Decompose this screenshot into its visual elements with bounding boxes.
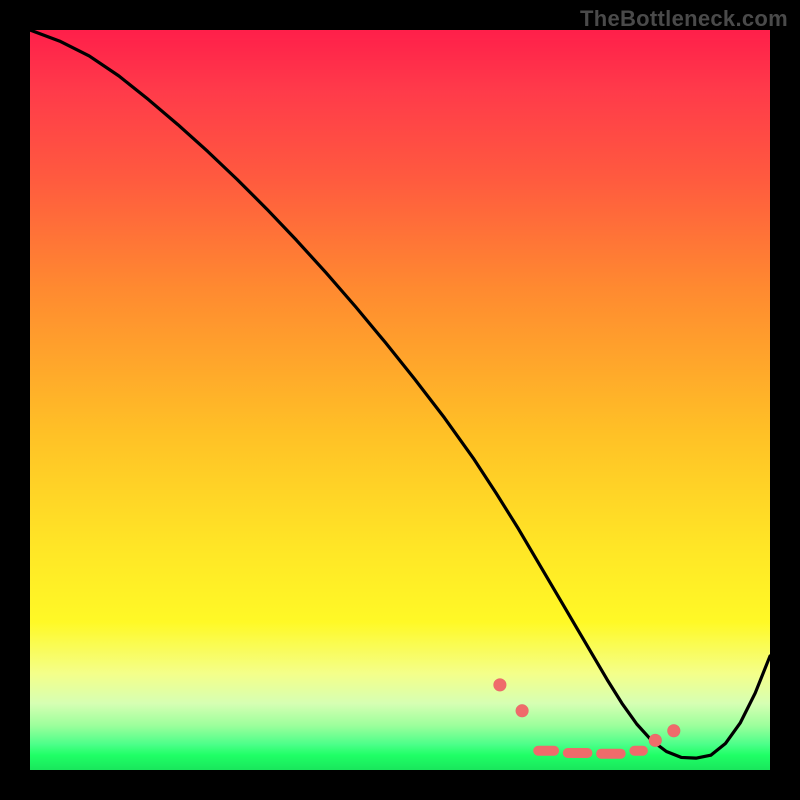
marker-dot bbox=[667, 724, 680, 737]
marker-dash bbox=[533, 746, 559, 756]
marker-dash bbox=[563, 748, 593, 758]
marker-dot bbox=[649, 734, 662, 747]
watermark-text: TheBottleneck.com bbox=[580, 6, 788, 32]
marker-layer bbox=[493, 678, 680, 758]
marker-dot bbox=[516, 704, 529, 717]
main-curve bbox=[30, 30, 770, 758]
plot-area bbox=[30, 30, 770, 770]
chart-overlay bbox=[30, 30, 770, 770]
marker-dot bbox=[493, 678, 506, 691]
chart-frame: TheBottleneck.com bbox=[0, 0, 800, 800]
marker-dash bbox=[596, 749, 626, 759]
marker-dash bbox=[629, 746, 648, 756]
